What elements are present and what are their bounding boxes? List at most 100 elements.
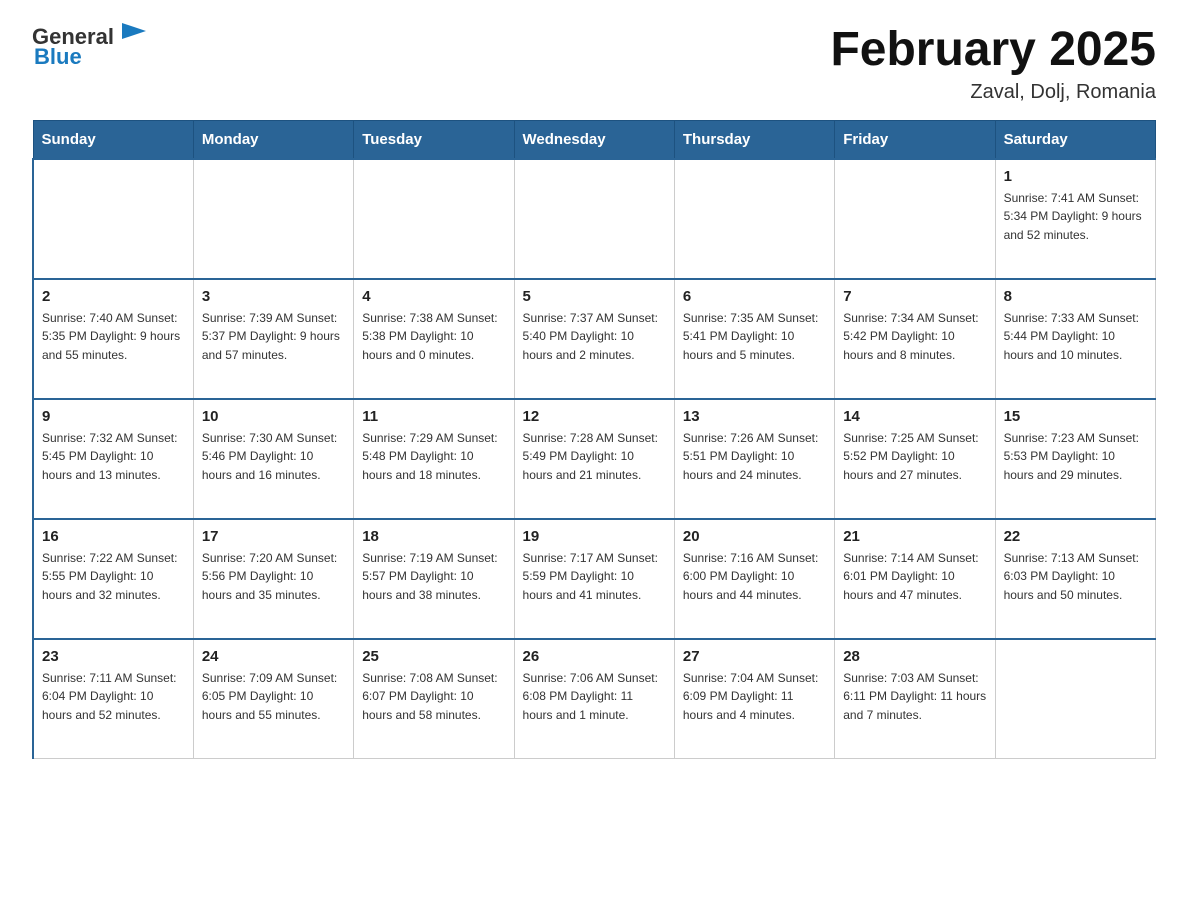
table-row: 27 Sunrise: 7:04 AM Sunset: 6:09 PM Dayli… xyxy=(674,639,834,759)
table-row: 8 Sunrise: 7:33 AM Sunset: 5:44 PM Daylig… xyxy=(995,279,1155,399)
table-row xyxy=(995,639,1155,759)
header-monday: Monday xyxy=(193,120,353,159)
calendar-week-row: 16 Sunrise: 7:22 AM Sunset: 5:55 PM Dayli… xyxy=(33,519,1156,639)
day-number: 6 xyxy=(683,288,826,305)
header-saturday: Saturday xyxy=(995,120,1155,159)
weekday-header-row: Sunday Monday Tuesday Wednesday Thursday… xyxy=(33,120,1156,159)
day-info: Sunrise: 7:35 AM Sunset: 5:41 PM Dayligh… xyxy=(683,309,826,365)
table-row: 16 Sunrise: 7:22 AM Sunset: 5:55 PM Dayli… xyxy=(33,519,193,639)
calendar-week-row: 23 Sunrise: 7:11 AM Sunset: 6:04 PM Dayli… xyxy=(33,639,1156,759)
day-info: Sunrise: 7:13 AM Sunset: 6:03 PM Dayligh… xyxy=(1004,549,1147,605)
table-row: 1 Sunrise: 7:41 AM Sunset: 5:34 PM Daylig… xyxy=(995,159,1155,279)
day-info: Sunrise: 7:16 AM Sunset: 6:00 PM Dayligh… xyxy=(683,549,826,605)
day-number: 13 xyxy=(683,408,826,425)
day-number: 19 xyxy=(523,528,666,545)
table-row: 2Sunrise: 7:40 AM Sunset: 5:35 PM Daylig… xyxy=(33,279,193,399)
page-header: General Blue February 2025 Zaval, Dolj, … xyxy=(32,24,1156,104)
day-number: 21 xyxy=(843,528,986,545)
table-row: 19 Sunrise: 7:17 AM Sunset: 5:59 PM Dayli… xyxy=(514,519,674,639)
day-number: 17 xyxy=(202,528,345,545)
header-wednesday: Wednesday xyxy=(514,120,674,159)
table-row: 5 Sunrise: 7:37 AM Sunset: 5:40 PM Daylig… xyxy=(514,279,674,399)
day-info: Sunrise: 7:08 AM Sunset: 6:07 PM Dayligh… xyxy=(362,669,505,725)
header-sunday: Sunday xyxy=(33,120,193,159)
day-info: Sunrise: 7:25 AM Sunset: 5:52 PM Dayligh… xyxy=(843,429,986,485)
day-info: Sunrise: 7:04 AM Sunset: 6:09 PM Dayligh… xyxy=(683,669,826,725)
table-row: 18 Sunrise: 7:19 AM Sunset: 5:57 PM Dayli… xyxy=(354,519,514,639)
month-title: February 2025 xyxy=(830,24,1156,77)
day-number: 28 xyxy=(843,648,986,665)
day-info: Sunrise: 7:37 AM Sunset: 5:40 PM Dayligh… xyxy=(523,309,666,365)
table-row: 13 Sunrise: 7:26 AM Sunset: 5:51 PM Dayli… xyxy=(674,399,834,519)
table-row: 3 Sunrise: 7:39 AM Sunset: 5:37 PM Daylig… xyxy=(193,279,353,399)
day-number: 24 xyxy=(202,648,345,665)
day-info: Sunrise: 7:11 AM Sunset: 6:04 PM Dayligh… xyxy=(42,669,185,725)
day-info: Sunrise: 7:41 AM Sunset: 5:34 PM Dayligh… xyxy=(1004,189,1147,245)
day-info: Sunrise: 7:09 AM Sunset: 6:05 PM Dayligh… xyxy=(202,669,345,725)
table-row: 4Sunrise: 7:38 AM Sunset: 5:38 PM Daylig… xyxy=(354,279,514,399)
day-number: 14 xyxy=(843,408,986,425)
day-info: Sunrise: 7:29 AM Sunset: 5:48 PM Dayligh… xyxy=(362,429,505,485)
day-info: Sunrise: 7:33 AM Sunset: 5:44 PM Dayligh… xyxy=(1004,309,1147,365)
logo: General Blue xyxy=(32,24,146,70)
day-number: 9 xyxy=(42,408,185,425)
calendar-week-row: 9Sunrise: 7:32 AM Sunset: 5:45 PM Daylig… xyxy=(33,399,1156,519)
day-number: 11 xyxy=(362,408,505,425)
location-text: Zaval, Dolj, Romania xyxy=(830,81,1156,104)
header-tuesday: Tuesday xyxy=(354,120,514,159)
table-row: 21 Sunrise: 7:14 AM Sunset: 6:01 PM Dayli… xyxy=(835,519,995,639)
day-number: 5 xyxy=(523,288,666,305)
table-row: 20 Sunrise: 7:16 AM Sunset: 6:00 PM Dayli… xyxy=(674,519,834,639)
day-number: 7 xyxy=(843,288,986,305)
day-number: 3 xyxy=(202,288,345,305)
day-info: Sunrise: 7:30 AM Sunset: 5:46 PM Dayligh… xyxy=(202,429,345,485)
table-row: 11 Sunrise: 7:29 AM Sunset: 5:48 PM Dayli… xyxy=(354,399,514,519)
day-info: Sunrise: 7:17 AM Sunset: 5:59 PM Dayligh… xyxy=(523,549,666,605)
day-number: 23 xyxy=(42,648,185,665)
day-info: Sunrise: 7:28 AM Sunset: 5:49 PM Dayligh… xyxy=(523,429,666,485)
day-number: 1 xyxy=(1004,168,1147,185)
day-info: Sunrise: 7:19 AM Sunset: 5:57 PM Dayligh… xyxy=(362,549,505,605)
calendar-week-row: 1 Sunrise: 7:41 AM Sunset: 5:34 PM Daylig… xyxy=(33,159,1156,279)
day-info: Sunrise: 7:23 AM Sunset: 5:53 PM Dayligh… xyxy=(1004,429,1147,485)
table-row: 26Sunrise: 7:06 AM Sunset: 6:08 PM Dayli… xyxy=(514,639,674,759)
calendar-week-row: 2Sunrise: 7:40 AM Sunset: 5:35 PM Daylig… xyxy=(33,279,1156,399)
table-row: 10 Sunrise: 7:30 AM Sunset: 5:46 PM Dayli… xyxy=(193,399,353,519)
table-row: 22Sunrise: 7:13 AM Sunset: 6:03 PM Dayli… xyxy=(995,519,1155,639)
table-row xyxy=(514,159,674,279)
day-info: Sunrise: 7:38 AM Sunset: 5:38 PM Dayligh… xyxy=(362,309,505,365)
day-number: 18 xyxy=(362,528,505,545)
header-thursday: Thursday xyxy=(674,120,834,159)
table-row xyxy=(674,159,834,279)
calendar-table: Sunday Monday Tuesday Wednesday Thursday… xyxy=(32,120,1156,760)
table-row: 24 Sunrise: 7:09 AM Sunset: 6:05 PM Dayli… xyxy=(193,639,353,759)
table-row: 9Sunrise: 7:32 AM Sunset: 5:45 PM Daylig… xyxy=(33,399,193,519)
day-number: 16 xyxy=(42,528,185,545)
day-info: Sunrise: 7:26 AM Sunset: 5:51 PM Dayligh… xyxy=(683,429,826,485)
day-number: 8 xyxy=(1004,288,1147,305)
table-row: 17 Sunrise: 7:20 AM Sunset: 5:56 PM Dayli… xyxy=(193,519,353,639)
table-row xyxy=(33,159,193,279)
day-info: Sunrise: 7:22 AM Sunset: 5:55 PM Dayligh… xyxy=(42,549,185,605)
day-info: Sunrise: 7:14 AM Sunset: 6:01 PM Dayligh… xyxy=(843,549,986,605)
day-number: 2 xyxy=(42,288,185,305)
day-number: 10 xyxy=(202,408,345,425)
table-row: 6 Sunrise: 7:35 AM Sunset: 5:41 PM Daylig… xyxy=(674,279,834,399)
title-area: February 2025 Zaval, Dolj, Romania xyxy=(830,24,1156,104)
day-number: 26 xyxy=(523,648,666,665)
day-info: Sunrise: 7:20 AM Sunset: 5:56 PM Dayligh… xyxy=(202,549,345,605)
day-number: 27 xyxy=(683,648,826,665)
header-friday: Friday xyxy=(835,120,995,159)
day-info: Sunrise: 7:03 AM Sunset: 6:11 PM Dayligh… xyxy=(843,669,986,725)
table-row: 23 Sunrise: 7:11 AM Sunset: 6:04 PM Dayli… xyxy=(33,639,193,759)
day-info: Sunrise: 7:34 AM Sunset: 5:42 PM Dayligh… xyxy=(843,309,986,365)
table-row: 28 Sunrise: 7:03 AM Sunset: 6:11 PM Dayli… xyxy=(835,639,995,759)
table-row: 15Sunrise: 7:23 AM Sunset: 5:53 PM Dayli… xyxy=(995,399,1155,519)
logo-flag-icon xyxy=(116,23,146,49)
table-row: 14 Sunrise: 7:25 AM Sunset: 5:52 PM Dayli… xyxy=(835,399,995,519)
day-info: Sunrise: 7:39 AM Sunset: 5:37 PM Dayligh… xyxy=(202,309,345,365)
day-number: 20 xyxy=(683,528,826,545)
day-number: 25 xyxy=(362,648,505,665)
table-row xyxy=(835,159,995,279)
table-row xyxy=(354,159,514,279)
